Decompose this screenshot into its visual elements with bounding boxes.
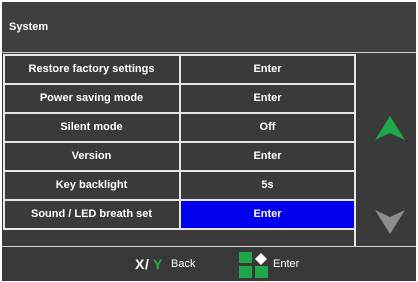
setting-row-version[interactable]: Version Enter: [5, 143, 354, 170]
back-label[interactable]: Back: [171, 258, 195, 270]
setting-row-restore-factory[interactable]: Restore factory settings Enter: [5, 56, 354, 83]
setting-value[interactable]: Enter: [181, 85, 354, 112]
enter-label[interactable]: Enter: [273, 258, 299, 270]
x-key-label: X: [135, 256, 145, 272]
key-separator: /: [145, 256, 149, 272]
down-arrow-icon[interactable]: [375, 210, 405, 234]
setting-label: Version: [5, 143, 178, 170]
setting-value[interactable]: Enter: [181, 56, 354, 83]
setting-row-sound-led-breath[interactable]: Sound / LED breath set Enter: [5, 201, 354, 228]
setting-row-power-saving[interactable]: Power saving mode Enter: [5, 85, 354, 112]
setting-value[interactable]: Off: [181, 114, 354, 141]
up-arrow-icon[interactable]: [375, 116, 405, 140]
setting-label: Sound / LED breath set: [5, 201, 178, 228]
setting-label: Key backlight: [5, 172, 178, 199]
settings-table: Restore factory settings Enter Power sav…: [2, 54, 416, 246]
setting-row-silent-mode[interactable]: Silent mode Off: [5, 114, 354, 141]
setting-value-selected[interactable]: Enter: [181, 201, 354, 228]
footer-bar: X / Y Back Enter: [2, 246, 416, 281]
y-key-label: Y: [153, 256, 163, 272]
setting-value[interactable]: Enter: [181, 143, 354, 170]
system-settings-screen: System Restore factory settings Enter Po…: [2, 2, 416, 281]
setting-value[interactable]: 5s: [181, 172, 354, 199]
setting-label: Restore factory settings: [5, 56, 178, 83]
page-title: System: [2, 2, 416, 53]
setting-row-key-backlight[interactable]: Key backlight 5s: [5, 172, 354, 199]
column-divider: [354, 54, 356, 246]
setting-label: Silent mode: [5, 114, 178, 141]
dpad-enter-icon: [239, 252, 268, 278]
setting-label: Power saving mode: [5, 85, 178, 112]
